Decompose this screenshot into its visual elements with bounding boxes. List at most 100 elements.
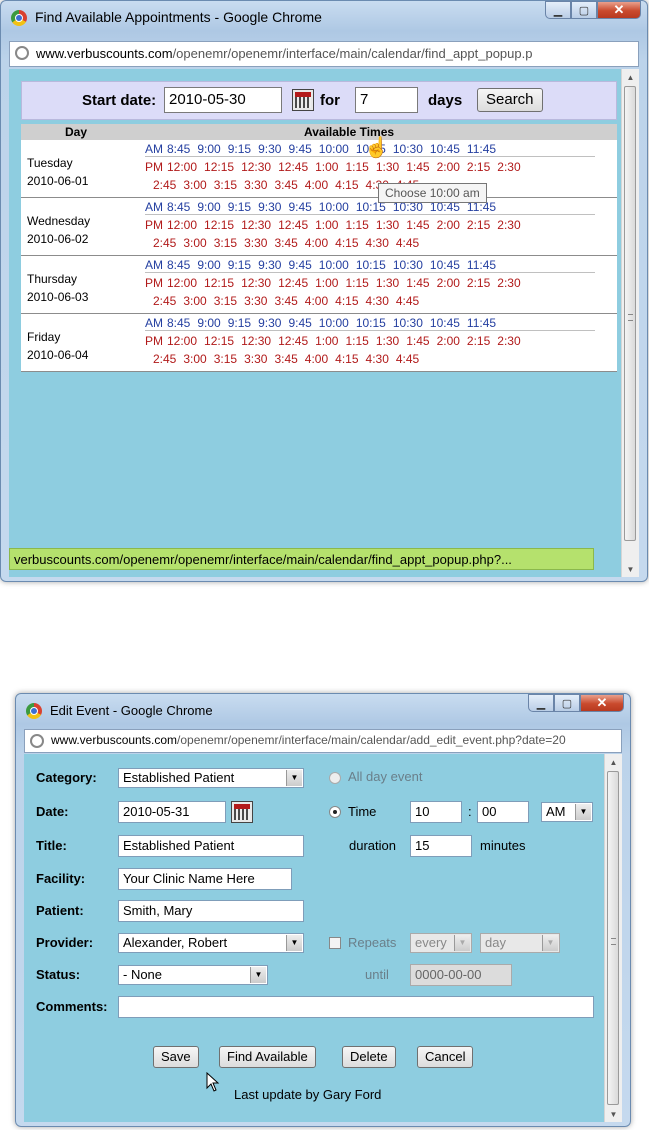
time-slot-link[interactable]: 9:00	[197, 316, 220, 330]
time-slot-link[interactable]: 1:15	[345, 276, 368, 290]
time-slot-link[interactable]: 9:30	[258, 142, 281, 156]
scroll-thumb[interactable]	[607, 771, 619, 1105]
time-slot-link[interactable]: 4:30	[366, 352, 389, 366]
time-slot-link[interactable]: 12:30	[241, 276, 271, 290]
time-slot-link[interactable]: 1:15	[345, 160, 368, 174]
time-slot-link[interactable]: 9:30	[258, 316, 281, 330]
time-slot-link[interactable]: 12:00	[167, 334, 197, 348]
all-day-radio[interactable]	[329, 772, 341, 784]
time-slot-link[interactable]: 4:00	[305, 294, 328, 308]
delete-button[interactable]: Delete	[342, 1046, 396, 1068]
find-available-button[interactable]: Find Available	[219, 1046, 316, 1068]
time-slot-link[interactable]: 3:30	[244, 236, 267, 250]
repeats-checkbox[interactable]	[329, 937, 341, 949]
time-slot-link[interactable]: 10:45	[430, 316, 460, 330]
time-slot-link[interactable]: 3:00	[183, 178, 206, 192]
time-slot-link[interactable]: 4:00	[305, 178, 328, 192]
date-input[interactable]: 2010-05-31	[118, 801, 226, 823]
time-slot-link[interactable]: 1:30	[376, 218, 399, 232]
time-radio[interactable]	[329, 806, 341, 818]
time-slot-link[interactable]: 4:45	[396, 352, 419, 366]
time-slot-link[interactable]: 12:45	[278, 160, 308, 174]
title-bar[interactable]: Edit Event - Google Chrome ▁ ▢ ✕	[16, 694, 630, 726]
time-slot-link[interactable]: 2:30	[497, 218, 520, 232]
vertical-scrollbar[interactable]: ▲ ▼	[604, 754, 622, 1122]
time-slot-link[interactable]: 2:45	[153, 294, 176, 308]
time-slot-link[interactable]: 11:45	[467, 258, 496, 272]
title-input[interactable]: Established Patient	[118, 835, 304, 857]
minute-input[interactable]: 00	[477, 801, 529, 823]
time-slot-link[interactable]: 10:00	[319, 142, 349, 156]
minimize-button[interactable]: ▁	[545, 1, 571, 19]
time-slot-link[interactable]: 1:45	[406, 334, 429, 348]
time-slot-link[interactable]: 9:45	[288, 200, 311, 214]
time-slot-link[interactable]: 9:00	[197, 200, 220, 214]
scroll-up-icon[interactable]: ▲	[622, 69, 639, 85]
time-slot-link[interactable]: 11:45	[467, 142, 496, 156]
time-slot-link[interactable]: 4:00	[305, 352, 328, 366]
time-slot-link[interactable]: 10:30	[393, 142, 423, 156]
time-slot-link[interactable]: 1:45	[406, 276, 429, 290]
time-slot-link[interactable]: 8:45	[167, 316, 190, 330]
time-slot-link[interactable]: 2:00	[437, 276, 460, 290]
time-slot-link[interactable]: 1:00	[315, 218, 338, 232]
time-slot-link[interactable]: 9:30	[258, 258, 281, 272]
maximize-button[interactable]: ▢	[571, 1, 597, 19]
time-slot-link[interactable]: 10:00	[319, 316, 349, 330]
time-slot-link[interactable]: 3:15	[214, 236, 237, 250]
time-slot-link[interactable]: 3:30	[244, 352, 267, 366]
time-slot-link[interactable]: 9:45	[288, 316, 311, 330]
time-slot-link[interactable]: 1:45	[406, 218, 429, 232]
title-bar[interactable]: Find Available Appointments - Google Chr…	[1, 1, 647, 33]
time-slot-link[interactable]: 3:15	[214, 352, 237, 366]
facility-input[interactable]: Your Clinic Name Here	[118, 868, 292, 890]
address-bar[interactable]: www.verbuscounts.com/openemr/openemr/int…	[9, 41, 639, 67]
time-slot-link[interactable]: 4:45	[396, 236, 419, 250]
time-slot-link[interactable]: 2:30	[497, 160, 520, 174]
time-slot-link[interactable]: 2:45	[153, 178, 176, 192]
time-slot-link[interactable]: 12:15	[204, 160, 234, 174]
days-input[interactable]: 7	[355, 87, 418, 113]
time-slot-link[interactable]: 2:30	[497, 276, 520, 290]
time-slot-link[interactable]: 12:30	[241, 334, 271, 348]
time-slot-link[interactable]: 10:45	[430, 258, 460, 272]
time-slot-link[interactable]: 3:45	[274, 178, 297, 192]
ampm-select[interactable]: AM ▼	[541, 802, 593, 822]
time-slot-link[interactable]: 10:00	[319, 258, 349, 272]
repeat-unit-select[interactable]: day ▼	[480, 933, 560, 953]
time-slot-link[interactable]: 12:00	[167, 218, 197, 232]
save-button[interactable]: Save	[153, 1046, 199, 1068]
status-select[interactable]: - None ▼	[118, 965, 268, 985]
time-slot-link[interactable]: 4:15	[335, 236, 358, 250]
time-slot-link[interactable]: 10:45	[430, 142, 460, 156]
address-bar[interactable]: www.verbuscounts.com/openemr/openemr/int…	[24, 729, 622, 753]
start-date-input[interactable]: 2010-05-30	[164, 87, 282, 113]
time-slot-link[interactable]: 8:45	[167, 258, 190, 272]
time-slot-link[interactable]: 4:15	[335, 178, 358, 192]
time-slot-link[interactable]: 3:15	[214, 178, 237, 192]
time-slot-link[interactable]: 4:15	[335, 294, 358, 308]
time-slot-link[interactable]: 1:15	[345, 334, 368, 348]
time-slot-link[interactable]: 3:45	[274, 352, 297, 366]
time-slot-link[interactable]: 10:00	[319, 200, 349, 214]
scroll-down-icon[interactable]: ▼	[605, 1106, 622, 1122]
time-slot-link[interactable]: 12:45	[278, 334, 308, 348]
scroll-thumb[interactable]	[624, 86, 636, 541]
time-slot-link[interactable]: 1:30	[376, 276, 399, 290]
time-slot-link[interactable]: 2:45	[153, 236, 176, 250]
calendar-icon[interactable]	[292, 89, 314, 111]
time-slot-link[interactable]: 2:15	[467, 334, 490, 348]
time-slot-link[interactable]: 9:30	[258, 200, 281, 214]
time-slot-link[interactable]: 4:30	[366, 236, 389, 250]
minimize-button[interactable]: ▁	[528, 694, 554, 712]
provider-select[interactable]: Alexander, Robert ▼	[118, 933, 304, 953]
close-button[interactable]: ✕	[580, 694, 624, 712]
time-slot-link[interactable]: 3:00	[183, 352, 206, 366]
time-slot-link[interactable]: 2:45	[153, 352, 176, 366]
time-slot-link[interactable]: 9:00	[197, 258, 220, 272]
time-slot-link[interactable]: 12:15	[204, 334, 234, 348]
patient-input[interactable]: Smith, Mary	[118, 900, 304, 922]
time-slot-link[interactable]: 2:15	[467, 218, 490, 232]
time-slot-link[interactable]: 3:45	[274, 294, 297, 308]
scroll-up-icon[interactable]: ▲	[605, 754, 622, 770]
